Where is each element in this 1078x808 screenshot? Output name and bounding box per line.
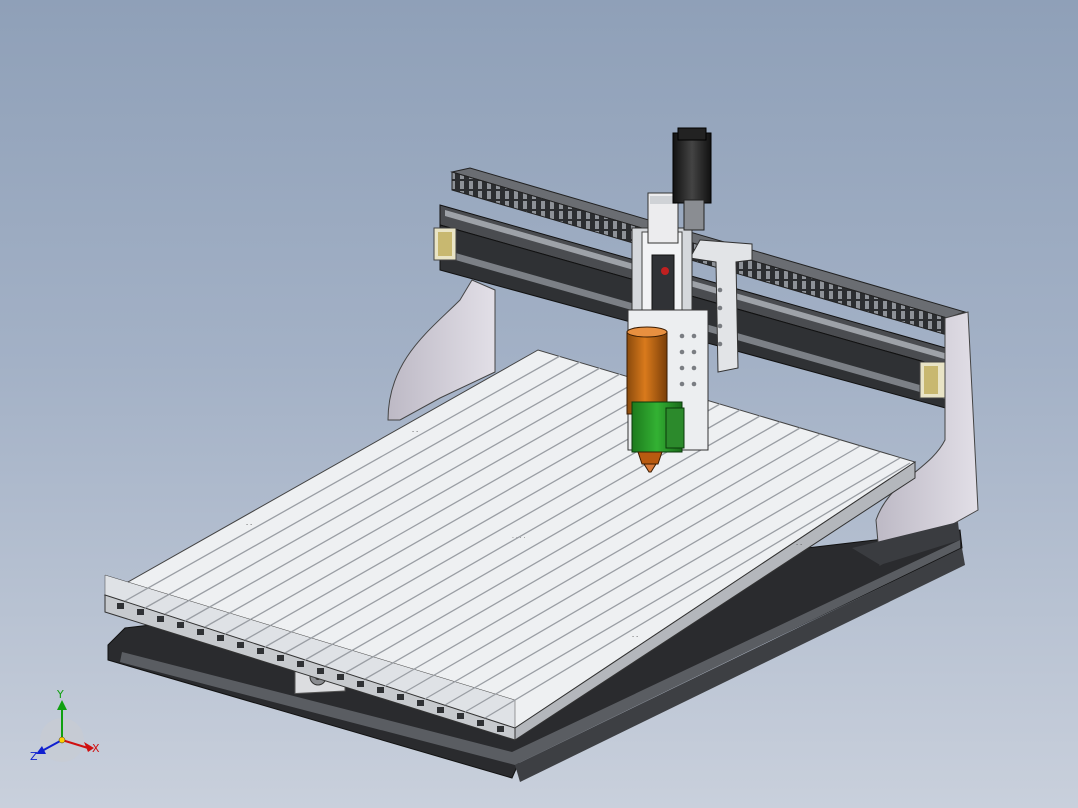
x-axis-label: X (92, 742, 100, 755)
z-stepper-motor (672, 127, 712, 231)
svg-text:- -: - - (632, 633, 638, 640)
cnc-router-model[interactable]: - - - - · · · · - - - - (0, 0, 1078, 808)
z-axis-label: Z (30, 750, 38, 763)
y-axis-label: Y (56, 688, 64, 701)
svg-text:- -: - - (246, 521, 252, 528)
view-orientation-triad[interactable]: Y X Z (22, 682, 112, 772)
svg-text:- -: - - (412, 428, 418, 435)
graphics-viewport[interactable]: - - - - · · · · - - - - Y X Z (0, 0, 1078, 808)
svg-text:· · · ·: · · · · (512, 535, 525, 542)
svg-text:- -: - - (796, 541, 802, 548)
